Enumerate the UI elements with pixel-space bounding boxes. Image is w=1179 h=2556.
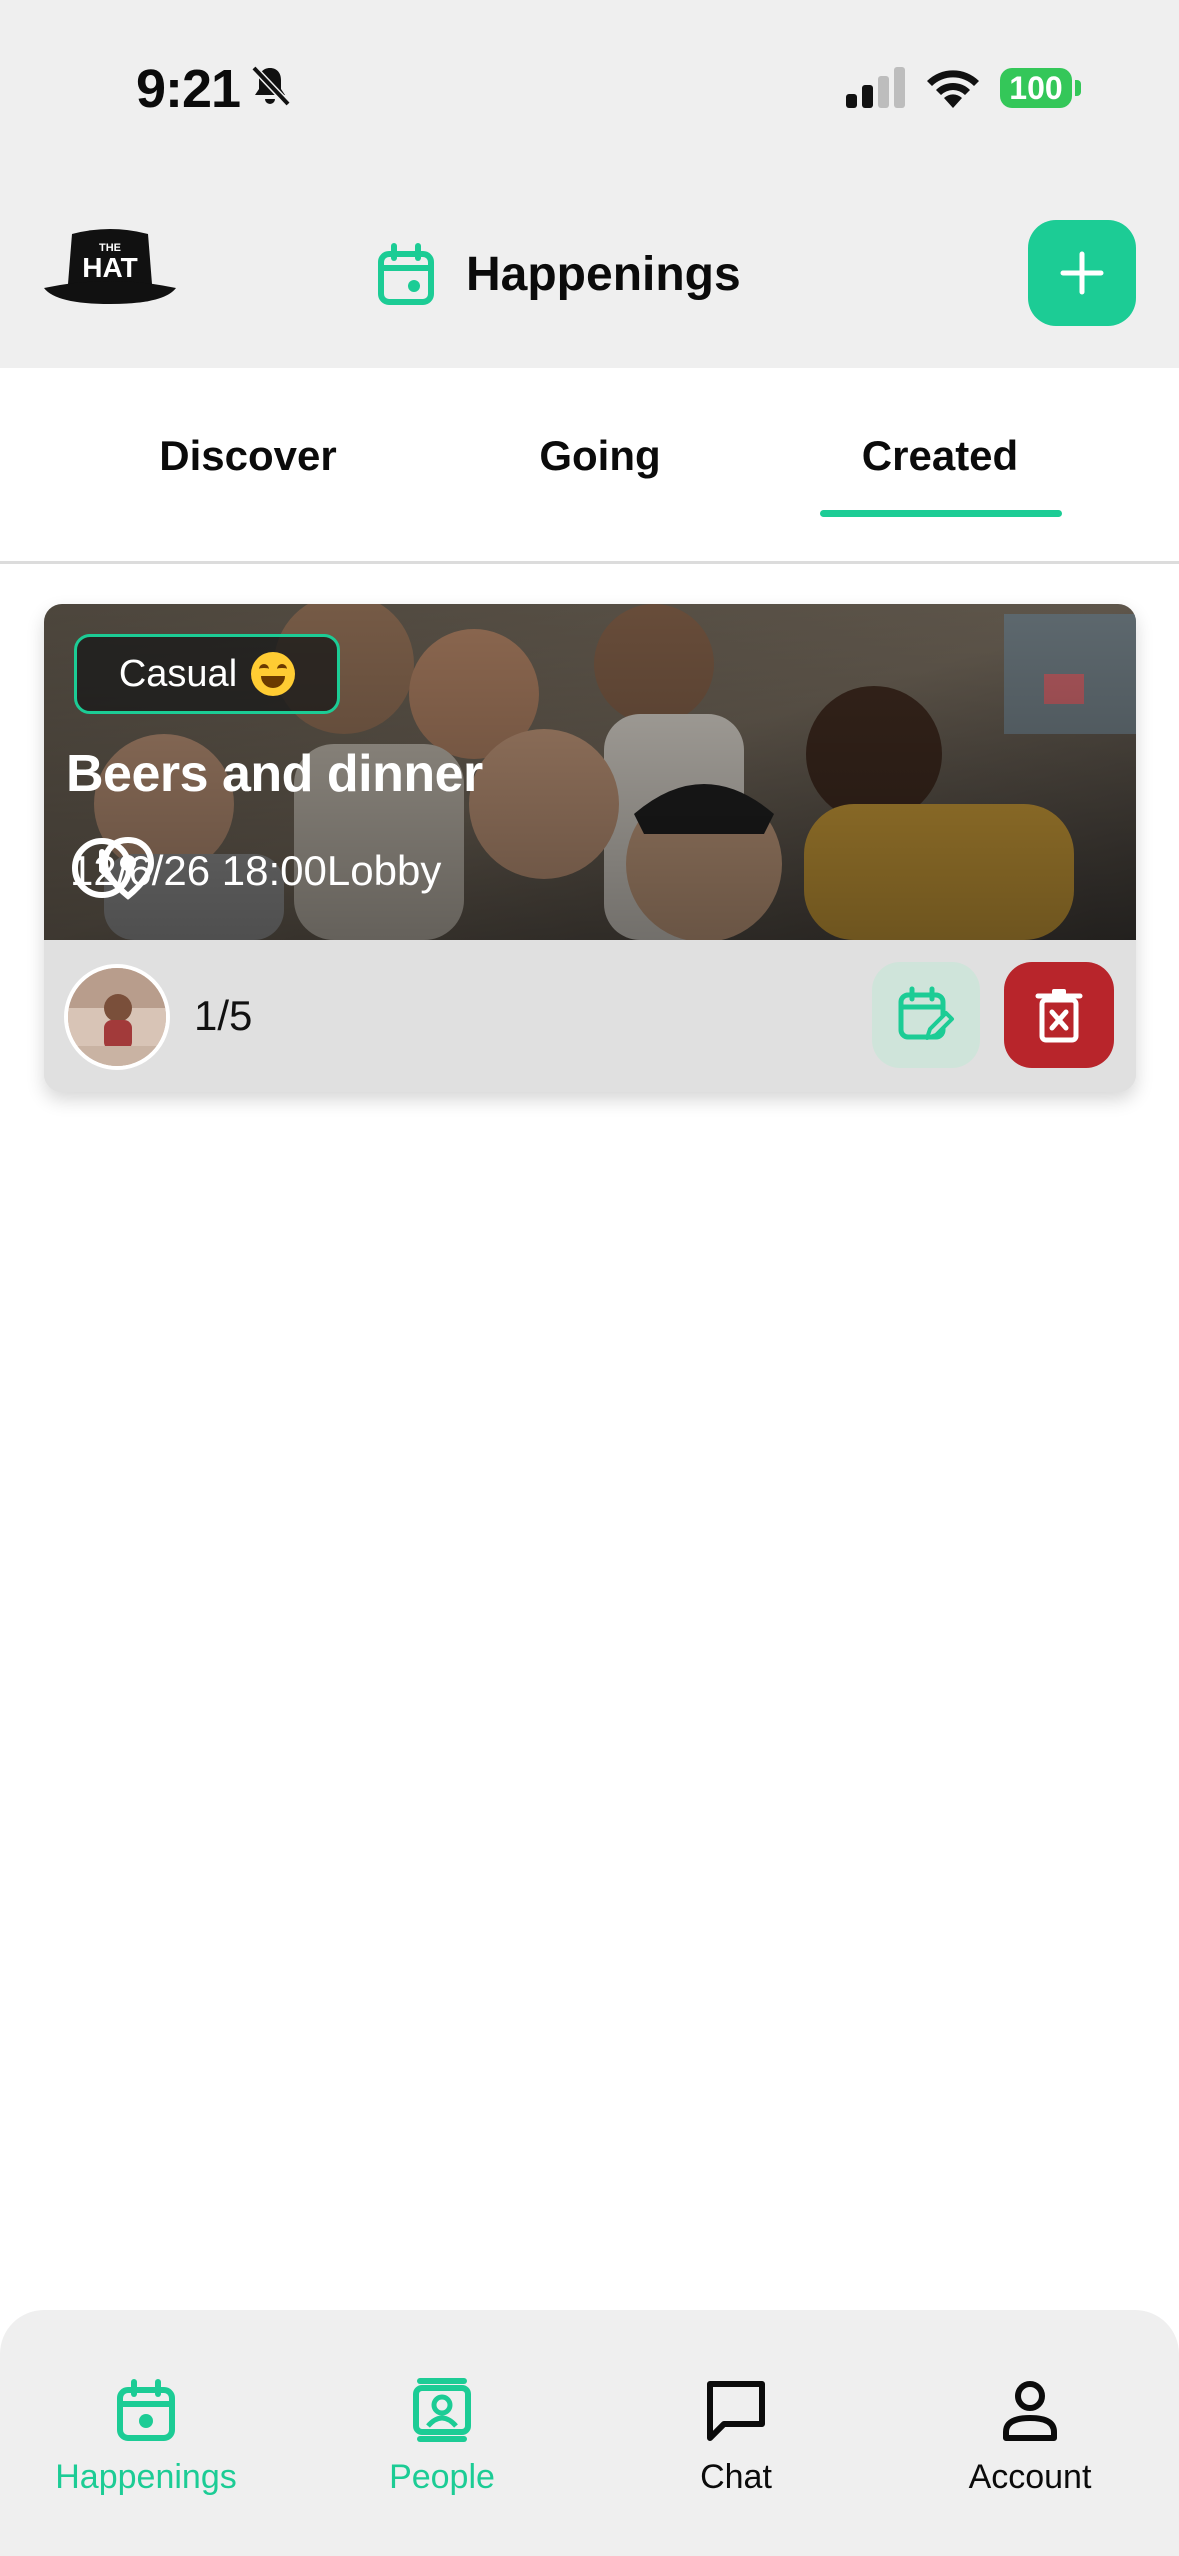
- trash-x-icon: [1035, 989, 1083, 1043]
- page-title: Happenings: [466, 247, 741, 301]
- active-tab-indicator: [820, 510, 1062, 517]
- nav-account-label: Account: [968, 2458, 1092, 2496]
- tab-created[interactable]: Created: [820, 432, 1060, 480]
- event-card[interactable]: Casual Beers and dinner 12/6/26 18:00 Lo…: [44, 604, 1136, 1092]
- edit-event-button[interactable]: [872, 962, 980, 1068]
- nav-happenings-label: Happenings: [55, 2458, 237, 2496]
- calendar-icon: [117, 2379, 175, 2441]
- happenings-screen: 9:21 100 THE HAT Happenings Discover Goi…: [0, 0, 1179, 2556]
- battery-tip: [1075, 80, 1081, 96]
- chat-bubble-icon: [707, 2381, 765, 2441]
- wifi-icon: [927, 70, 979, 108]
- nav-chat-label: Chat: [700, 2458, 772, 2496]
- location-pin-icon: [101, 836, 155, 900]
- bottom-navigation: Happenings People Chat Account: [0, 2310, 1179, 2556]
- attendee-count: 1/5: [194, 992, 253, 1039]
- app-header: 9:21 100 THE HAT Happenings: [0, 0, 1179, 368]
- event-meta: 12/6/26 18:00 Lobby: [70, 836, 441, 906]
- cellular-signal-icon: [846, 67, 905, 108]
- nav-people[interactable]: People: [312, 2376, 572, 2497]
- plus-icon: [1060, 251, 1104, 295]
- event-location: Lobby: [326, 847, 442, 894]
- grinning-face-icon: [251, 652, 296, 696]
- nav-people-label: People: [389, 2458, 495, 2496]
- add-happening-button[interactable]: [1028, 220, 1136, 326]
- person-icon: [1003, 2381, 1057, 2441]
- event-title: Beers and dinner: [66, 745, 483, 803]
- nav-happenings[interactable]: Happenings: [16, 2376, 276, 2497]
- calendar-icon: [378, 243, 434, 305]
- tab-bar: Discover Going Created: [0, 368, 1179, 564]
- battery-icon: 100: [1000, 68, 1072, 108]
- avatar[interactable]: [64, 964, 170, 1070]
- tab-discover[interactable]: Discover: [100, 432, 396, 480]
- svg-text:HAT: HAT: [82, 252, 137, 283]
- bell-slash-icon: [251, 65, 291, 107]
- nav-chat[interactable]: Chat: [606, 2376, 866, 2497]
- tab-going[interactable]: Going: [480, 432, 720, 480]
- vibe-label: Casual: [118, 652, 238, 695]
- contact-card-icon: [413, 2378, 471, 2442]
- header-title-group: Happenings: [376, 242, 741, 306]
- event-card-footer: 1/5: [44, 940, 1136, 1092]
- delete-event-button[interactable]: [1004, 962, 1114, 1068]
- vibe-badge: Casual: [74, 634, 340, 714]
- avatar-image: [68, 968, 166, 1066]
- event-photo: Casual Beers and dinner 12/6/26 18:00 Lo…: [44, 604, 1136, 940]
- nav-account[interactable]: Account: [900, 2376, 1160, 2497]
- status-time: 9:21: [136, 59, 241, 119]
- the-hat-logo[interactable]: THE HAT: [44, 226, 176, 306]
- calendar-edit-icon: [898, 986, 954, 1040]
